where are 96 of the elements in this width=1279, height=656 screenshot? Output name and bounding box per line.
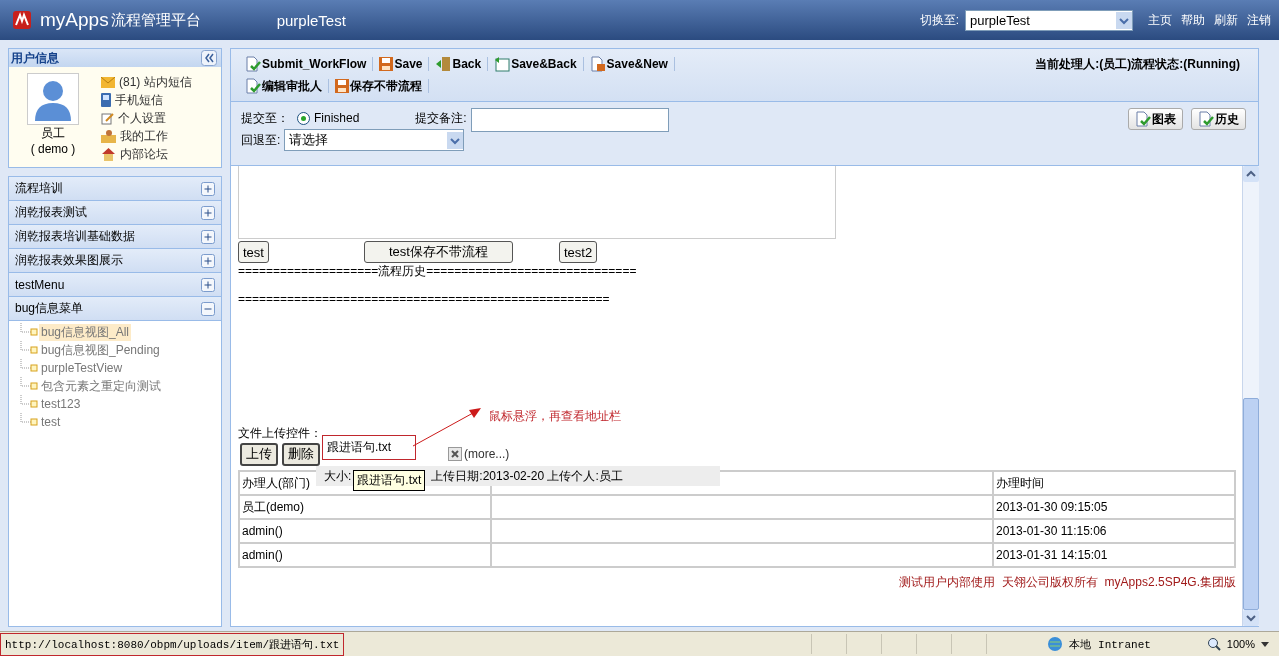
user-name: 员工 — [41, 125, 65, 141]
app-name: purpleTest — [276, 11, 346, 29]
pencil-icon — [101, 111, 114, 125]
radio-button[interactable] — [297, 111, 310, 125]
globe-icon — [1047, 636, 1064, 652]
upload-label: 文件上传控件： — [238, 425, 323, 442]
person-folder-icon — [101, 129, 116, 143]
table-cell: admin() — [239, 543, 491, 567]
user-account: ( demo ) — [30, 141, 76, 157]
annotation-arrow — [411, 406, 483, 448]
menu-header[interactable]: 润乾报表培训基础数据 — [9, 225, 221, 249]
history-divider: ===================================================== — [238, 291, 611, 307]
expand-icon[interactable] — [201, 229, 215, 244]
scroll-down-icon[interactable] — [1243, 610, 1259, 626]
status-url: http://localhost:8080/obpm/uploads/item/跟进语句.txt — [0, 632, 345, 656]
upload-button[interactable]: 上传 — [240, 442, 278, 466]
content-button[interactable]: test2 — [558, 241, 598, 263]
switch-label: 切换至: — [919, 11, 959, 29]
document-check-icon — [1198, 111, 1214, 127]
app-switch-dropdown[interactable]: purpleTest — [965, 9, 1133, 31]
user-menu-link[interactable]: 手机短信 — [115, 91, 163, 109]
tree-item[interactable]: purpleTestView — [39, 361, 125, 375]
caret-icon[interactable] — [1261, 641, 1269, 647]
document-check-icon — [1135, 111, 1151, 127]
zoom-level[interactable]: 100% — [1226, 638, 1255, 650]
form-button[interactable]: 图表 — [1128, 108, 1183, 130]
header-link[interactable]: 主页 — [1148, 11, 1172, 29]
toolbar-button[interactable]: Back — [431, 56, 486, 72]
platform-title: 流程管理平台 — [110, 10, 201, 30]
menu-header[interactable]: 润乾报表测试 — [9, 201, 221, 225]
avatar-icon — [27, 73, 79, 125]
toolbar-button[interactable]: Save — [375, 57, 427, 71]
document-check-icon — [245, 56, 261, 72]
return-to-dropdown[interactable]: 请选择 — [284, 129, 465, 151]
table-cell: 2013-01-30 11:15:06 — [993, 519, 1235, 543]
user-menu-link[interactable]: 内部论坛 — [120, 145, 168, 163]
document-check-icon — [245, 78, 261, 94]
menu-header[interactable]: 润乾报表效果图展示 — [9, 249, 221, 273]
expand-icon[interactable] — [201, 205, 215, 220]
security-zone: 本地 Intranet — [1069, 637, 1151, 652]
header-link[interactable]: 刷新 — [1214, 11, 1238, 29]
table-cell: 2013-01-31 14:15:01 — [993, 543, 1235, 567]
content-button[interactable]: test保存不带流程 — [363, 241, 513, 263]
house-icon — [101, 147, 116, 161]
annotation-text: 鼠标悬浮，再查看地址栏 — [489, 408, 621, 425]
user-menu-link[interactable]: 个人设置 — [118, 109, 166, 127]
user-menu-link[interactable]: (81) 站内短信 — [119, 73, 192, 91]
radio-label[interactable]: Finished — [314, 111, 360, 125]
table-cell: 员工(demo) — [239, 495, 491, 519]
content-button[interactable]: test — [238, 241, 269, 263]
scroll-up-icon[interactable] — [1243, 166, 1259, 182]
file-link[interactable]: 跟进语句.txt — [322, 434, 416, 460]
door-arrow-icon — [435, 56, 452, 72]
more-link[interactable]: (more...) — [464, 447, 510, 461]
toolbar-button[interactable]: Save&Back — [490, 56, 581, 72]
scrollbar[interactable] — [1242, 166, 1259, 626]
expand-icon[interactable] — [201, 253, 215, 268]
tree-item[interactable]: test — [39, 415, 63, 429]
logo-text: myApps — [40, 9, 109, 31]
collapse-icon[interactable] — [201, 50, 217, 66]
zoom-icon[interactable] — [1206, 637, 1221, 651]
logo-icon — [12, 10, 32, 30]
note-input-field[interactable] — [470, 108, 669, 132]
field-label: 提交至： — [241, 109, 289, 127]
table-cell: 2013-01-30 09:15:05 — [993, 495, 1235, 519]
tooltip: 跟进语句.txt — [353, 469, 426, 491]
menu-header[interactable]: 流程培训 — [9, 177, 221, 201]
upload-button[interactable]: 删除 — [282, 442, 320, 466]
tree-item[interactable]: 包含元素之重定向测试 — [39, 377, 163, 395]
header-link[interactable]: 帮助 — [1181, 11, 1205, 29]
collapse-icon[interactable] — [201, 301, 215, 316]
toolbar-button[interactable]: Submit_WorkFlow — [241, 56, 371, 72]
toolbar-button[interactable]: Save&New — [585, 56, 672, 72]
table-cell: admin() — [239, 519, 491, 543]
flow-status: 当前处理人:(员工)流程状态:(Running) — [1035, 55, 1240, 73]
copyright-text: 测试用户内部使用 天翎公司版权所有 myApps2.5SP4G.集团版 — [898, 574, 1236, 591]
panel-title: 用户信息 — [11, 49, 59, 67]
field-label: 提交备注: — [415, 109, 467, 127]
phone-icon — [101, 93, 111, 107]
field-label: 回退至: — [241, 131, 281, 149]
envelope-icon — [101, 76, 115, 88]
form-button[interactable]: 历史 — [1191, 108, 1246, 130]
history-divider: ====================流程历史============================== — [238, 263, 638, 279]
expand-icon[interactable] — [201, 277, 215, 292]
tree-item[interactable]: test123 — [39, 397, 83, 411]
toolbar-button[interactable]: 编辑审批人 — [241, 77, 326, 95]
menu-header[interactable]: bug信息菜单 — [9, 297, 221, 321]
tree-item[interactable]: bug信息视图_Pending — [39, 341, 162, 359]
expand-icon[interactable] — [201, 181, 215, 196]
header-link[interactable]: 注销 — [1247, 11, 1271, 29]
tree-item[interactable]: bug信息视图_All — [39, 323, 132, 341]
toolbar-button[interactable]: 保存不带流程 — [331, 77, 426, 95]
user-menu-link[interactable]: 我的工作 — [120, 127, 168, 145]
delete-icon[interactable] — [448, 447, 462, 461]
menu-header[interactable]: testMenu — [9, 273, 221, 297]
table-header-cell: 办理时间 — [993, 471, 1235, 495]
